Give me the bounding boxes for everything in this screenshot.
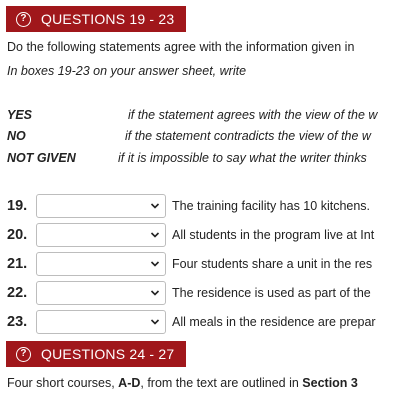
question-number: 21. xyxy=(7,256,28,272)
key-term-not-given: NOT GIVEN xyxy=(7,151,76,165)
boxes-instruction-text: In boxes 19-23 on your answer sheet, wri… xyxy=(7,64,247,78)
chevron-down-icon xyxy=(150,203,160,209)
question-row-22: 22. The residence is used as part of the xyxy=(0,280,400,306)
question-text: The residence is used as part of the xyxy=(172,286,371,300)
answer-select-22[interactable] xyxy=(36,281,166,305)
answer-select-21[interactable] xyxy=(36,252,166,276)
instruction-text: Do the following statements agree with t… xyxy=(7,40,355,54)
section-banner-19-23: ? QUESTIONS 19 - 23 xyxy=(6,6,187,32)
question-circle-icon: ? xyxy=(16,346,31,362)
question-text: All meals in the residence are prepar xyxy=(172,315,376,329)
question-row-20: 20. All students in the program live at … xyxy=(0,222,400,248)
key-desc-not-given: if it is impossible to say what the writ… xyxy=(118,151,367,165)
question-text: The training facility has 10 kitchens. xyxy=(172,199,371,213)
intro-text-mid: , from the text are outlined in xyxy=(140,376,299,390)
question-number: 19. xyxy=(7,198,28,214)
chevron-down-icon xyxy=(150,232,160,238)
key-term-yes: YES xyxy=(7,108,33,122)
question-circle-icon: ? xyxy=(16,11,31,27)
question-text: All students in the program live at Int xyxy=(172,228,375,242)
intro-bold-courses: A-D xyxy=(118,376,141,390)
section-title: QUESTIONS 24 - 27 xyxy=(41,346,175,362)
question-text: Four students share a unit in the res xyxy=(172,257,373,271)
key-desc-yes: if the statement agrees with the view of… xyxy=(128,108,378,122)
question-number: 22. xyxy=(7,285,28,301)
answer-select-20[interactable] xyxy=(36,223,166,247)
question-number: 23. xyxy=(7,314,28,330)
question-number: 20. xyxy=(7,227,28,243)
section-title: QUESTIONS 19 - 23 xyxy=(41,11,175,27)
chevron-down-icon xyxy=(150,261,160,267)
question-row-19: 19. The training facility has 10 kitchen… xyxy=(0,193,400,219)
key-term-no: NO xyxy=(7,129,26,143)
question-row-23: 23. All meals in the residence are prepa… xyxy=(0,309,400,335)
answer-select-23[interactable] xyxy=(36,310,166,334)
section-banner-24-27: ? QUESTIONS 24 - 27 xyxy=(6,341,187,367)
section2-intro: Four short courses, A-D, from the text a… xyxy=(7,376,358,390)
chevron-down-icon xyxy=(150,319,160,325)
answer-select-19[interactable] xyxy=(36,194,166,218)
key-desc-no: if the statement contradicts the view of… xyxy=(125,129,371,143)
intro-bold-section: Section 3 xyxy=(302,376,358,390)
intro-text: Four short courses, xyxy=(7,376,115,390)
question-row-21: 21. Four students share a unit in the re… xyxy=(0,251,400,277)
chevron-down-icon xyxy=(150,290,160,296)
